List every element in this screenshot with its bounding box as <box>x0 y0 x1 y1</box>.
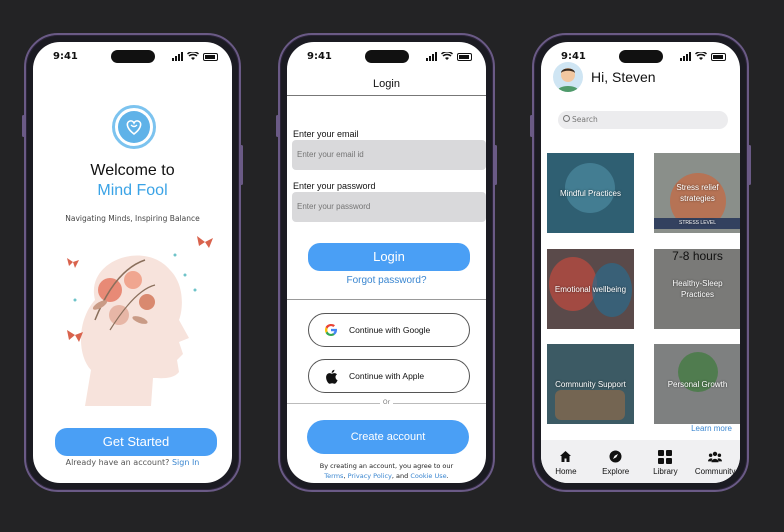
app-logo <box>112 105 156 149</box>
home-icon <box>559 450 573 464</box>
google-signin-button[interactable]: Continue with Google <box>308 313 470 347</box>
tab-community[interactable]: Community <box>690 440 740 483</box>
tagline: Navigating Minds, Inspiring Balance <box>65 214 200 223</box>
tile-mindful-practices[interactable]: Mindful Practices <box>547 153 634 233</box>
divider <box>287 299 486 300</box>
password-field[interactable] <box>292 192 486 222</box>
apple-icon <box>323 368 339 384</box>
people-icon <box>708 450 723 464</box>
heart-hands-icon <box>126 120 142 136</box>
home-screen: 9:41 Hi, Steven Search Mindful Practices… <box>541 42 740 483</box>
phone-login: 9:41 Login Enter your email Enter your p… <box>276 33 497 492</box>
phone-home: 9:41 Hi, Steven Search Mindful Practices… <box>530 33 751 492</box>
signal-icon <box>172 52 183 61</box>
greeting: Hi, Steven <box>591 69 656 85</box>
dynamic-island <box>364 50 409 63</box>
terms-text: By creating an account, you agree to our… <box>319 462 454 480</box>
avatar[interactable] <box>553 62 583 92</box>
password-label: Enter your password <box>293 181 376 191</box>
butterfly-icon <box>197 236 213 248</box>
apple-signin-button[interactable]: Continue with Apple <box>308 359 470 393</box>
privacy-link[interactable]: Privacy Policy <box>348 472 392 480</box>
get-started-button[interactable]: Get Started <box>55 428 217 456</box>
forgot-password-link[interactable]: Forgot password? <box>287 275 486 286</box>
status-time: 9:41 <box>307 51 332 62</box>
status-bar: 9:41 <box>287 50 486 65</box>
tile-stress-relief[interactable]: Stress relief strategies STRESS LEVEL <box>654 153 740 233</box>
dynamic-island <box>618 50 663 63</box>
compass-icon <box>609 450 623 464</box>
battery-icon <box>711 52 726 61</box>
battery-icon <box>457 52 472 61</box>
wifi-icon <box>441 52 453 60</box>
sleep-hours-caption: 7-8 hours <box>672 249 723 263</box>
tab-home[interactable]: Home <box>541 440 591 483</box>
apple-label: Continue with Apple <box>349 371 425 381</box>
stress-level-caption: STRESS LEVEL <box>654 218 740 229</box>
already-text: Already have an account? <box>65 458 170 467</box>
divider <box>287 95 486 96</box>
dynamic-island <box>110 50 155 63</box>
tile-community-support[interactable]: Community Support <box>547 344 634 424</box>
welcome-screen: 9:41 Welcome to Mind Fool Navigating Min… <box>33 42 232 483</box>
email-label: Enter your email <box>293 129 359 139</box>
sign-in-prompt: Already have an account? Sign In <box>33 458 232 467</box>
google-icon <box>323 322 339 338</box>
status-bar: 9:41 <box>33 50 232 65</box>
sign-in-link[interactable]: Sign In <box>172 458 199 467</box>
search-input[interactable]: Search <box>558 111 728 129</box>
phone-welcome: 9:41 Welcome to Mind Fool Navigating Min… <box>22 33 243 492</box>
signal-icon <box>426 52 437 61</box>
wifi-icon <box>695 52 707 60</box>
or-separator: Or <box>287 399 486 406</box>
email-field[interactable] <box>292 140 486 170</box>
status-time: 9:41 <box>53 51 78 62</box>
create-account-button[interactable]: Create account <box>307 420 469 454</box>
grid-icon <box>658 449 673 464</box>
tab-explore[interactable]: Explore <box>591 440 641 483</box>
learn-more-link[interactable]: Learn more <box>691 424 732 433</box>
terms-link[interactable]: Terms <box>324 472 343 480</box>
bottom-tab-bar: Home Explore Library Community <box>541 440 740 483</box>
tile-healthy-sleep[interactable]: 7-8 hours Healthy-Sleep Practices <box>654 249 740 329</box>
wifi-icon <box>187 52 199 60</box>
app-name: Mind Fool <box>97 182 168 199</box>
search-icon <box>563 115 570 122</box>
battery-icon <box>203 52 218 61</box>
status-time: 9:41 <box>561 51 586 62</box>
signal-icon <box>680 52 691 61</box>
login-screen: 9:41 Login Enter your email Enter your p… <box>287 42 486 483</box>
page-title: Login <box>373 78 400 90</box>
tile-personal-growth[interactable]: Personal Growth <box>654 344 740 424</box>
welcome-heading: Welcome to <box>90 162 175 179</box>
google-label: Continue with Google <box>349 325 431 335</box>
login-button[interactable]: Login <box>308 243 470 271</box>
head-illustration <box>67 236 213 406</box>
tile-emotional-wellbeing[interactable]: Emotional wellbeing <box>547 249 634 329</box>
cookie-link[interactable]: Cookie Use <box>410 472 446 480</box>
tab-library[interactable]: Library <box>641 440 691 483</box>
